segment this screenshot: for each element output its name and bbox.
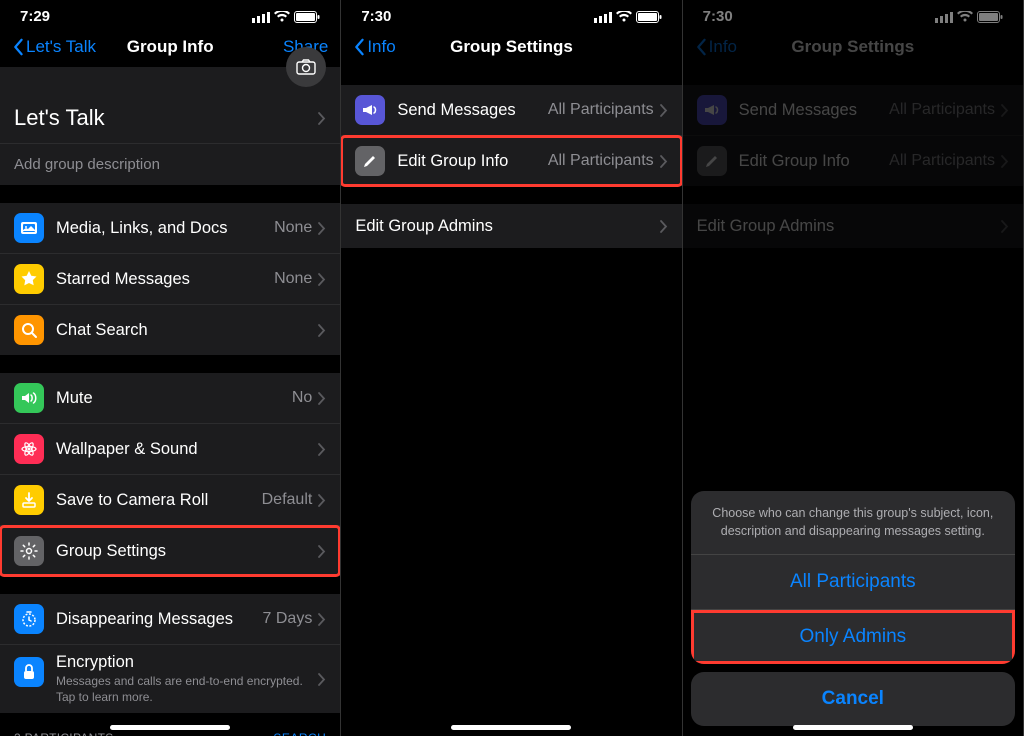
starred-messages-row[interactable]: Starred Messages None: [0, 254, 340, 305]
chevron-right-icon: [318, 545, 326, 558]
sheet-message: Choose who can change this group's subje…: [691, 491, 1015, 555]
nav-title: Group Settings: [450, 37, 573, 57]
row-label: Encryption: [56, 653, 318, 672]
row-value: All Participants: [548, 101, 654, 119]
star-icon: [14, 264, 44, 294]
row-label: Edit Group Admins: [355, 217, 659, 236]
chevron-right-icon: [660, 104, 668, 117]
pane-group-info: 7:29 Let's Talk Group Info Share Let's T…: [0, 0, 341, 736]
chevron-left-icon: [12, 38, 24, 56]
photos-icon: [14, 213, 44, 243]
nav-title: Group Info: [127, 37, 214, 57]
group-description-row[interactable]: Add group description: [0, 144, 340, 185]
chevron-right-icon: [318, 673, 326, 686]
participants-search-button[interactable]: SEARCH: [273, 731, 326, 736]
home-indicator[interactable]: [110, 725, 230, 730]
speaker-icon: [14, 383, 44, 413]
status-bar: 7:29: [0, 0, 340, 29]
row-label: Group Settings: [56, 542, 318, 561]
chevron-right-icon: [318, 613, 326, 626]
camera-button[interactable]: [286, 47, 326, 87]
save-camera-roll-row[interactable]: Save to Camera Roll Default: [0, 475, 340, 526]
wallpaper-sound-row[interactable]: Wallpaper & Sound: [0, 424, 340, 475]
row-value: No: [292, 389, 312, 407]
nav-bar: Info Group Settings: [341, 29, 681, 67]
camera-icon: [296, 59, 316, 75]
action-sheet: Choose who can change this group's subje…: [691, 491, 1015, 726]
home-indicator[interactable]: [793, 725, 913, 730]
row-value: None: [274, 270, 312, 288]
status-time: 7:30: [361, 8, 391, 25]
participants-count: 2 PARTICIPANTS: [14, 731, 114, 736]
sheet-option-all-participants[interactable]: All Participants: [691, 555, 1015, 610]
chevron-right-icon: [660, 220, 668, 233]
chevron-right-icon: [318, 392, 326, 405]
send-messages-row[interactable]: Send Messages All Participants: [341, 85, 681, 136]
row-value: 7 Days: [263, 610, 313, 628]
row-value: None: [274, 219, 312, 237]
lock-icon: [14, 657, 44, 687]
row-label: Starred Messages: [56, 270, 274, 289]
mute-row[interactable]: Mute No: [0, 373, 340, 424]
status-bar: 7:30: [341, 0, 681, 29]
row-value: Default: [262, 491, 313, 509]
encryption-row[interactable]: Encryption Messages and calls are end-to…: [0, 645, 340, 713]
atom-icon: [14, 434, 44, 464]
status-icons: [594, 11, 662, 23]
row-label: Wallpaper & Sound: [56, 440, 318, 459]
chevron-right-icon: [318, 273, 326, 286]
group-name: Let's Talk: [14, 105, 105, 131]
row-label: Mute: [56, 389, 292, 408]
chevron-right-icon: [318, 494, 326, 507]
row-label: Disappearing Messages: [56, 610, 263, 629]
home-indicator[interactable]: [451, 725, 571, 730]
chevron-left-icon: [353, 38, 365, 56]
row-subtitle: Messages and calls are end-to-end encryp…: [56, 674, 318, 705]
back-button[interactable]: Info: [353, 37, 395, 57]
row-label: Chat Search: [56, 321, 318, 340]
chevron-right-icon: [318, 222, 326, 235]
row-label: Save to Camera Roll: [56, 491, 262, 510]
pane-group-settings-sheet: 7:30 Info Group Settings Send Messages A…: [683, 0, 1024, 736]
row-label: Send Messages: [397, 101, 548, 120]
sheet-option-only-admins[interactable]: Only Admins: [691, 610, 1015, 664]
gear-icon: [14, 536, 44, 566]
group-settings-row[interactable]: Group Settings: [0, 526, 340, 576]
chevron-right-icon: [318, 112, 326, 125]
group-name-row[interactable]: Let's Talk: [0, 93, 340, 144]
search-icon: [14, 315, 44, 345]
chat-search-row[interactable]: Chat Search: [0, 305, 340, 355]
back-label: Info: [367, 37, 395, 57]
status-icons: [252, 11, 320, 23]
megaphone-icon: [355, 95, 385, 125]
row-value: All Participants: [548, 152, 654, 170]
media-links-docs-row[interactable]: Media, Links, and Docs None: [0, 203, 340, 254]
edit-group-info-row[interactable]: Edit Group Info All Participants: [341, 136, 681, 186]
chevron-right-icon: [318, 324, 326, 337]
chevron-right-icon: [318, 443, 326, 456]
timer-icon: [14, 604, 44, 634]
status-time: 7:29: [20, 8, 50, 25]
edit-group-admins-row[interactable]: Edit Group Admins: [341, 204, 681, 248]
download-icon: [14, 485, 44, 515]
back-label: Let's Talk: [26, 37, 96, 57]
pencil-icon: [355, 146, 385, 176]
back-button[interactable]: Let's Talk: [12, 37, 96, 57]
row-label: Media, Links, and Docs: [56, 219, 274, 238]
chevron-right-icon: [660, 155, 668, 168]
pane-group-settings: 7:30 Info Group Settings Send Messages A…: [341, 0, 682, 736]
disappearing-messages-row[interactable]: Disappearing Messages 7 Days: [0, 594, 340, 645]
sheet-cancel-button[interactable]: Cancel: [691, 672, 1015, 726]
row-label: Edit Group Info: [397, 152, 548, 171]
